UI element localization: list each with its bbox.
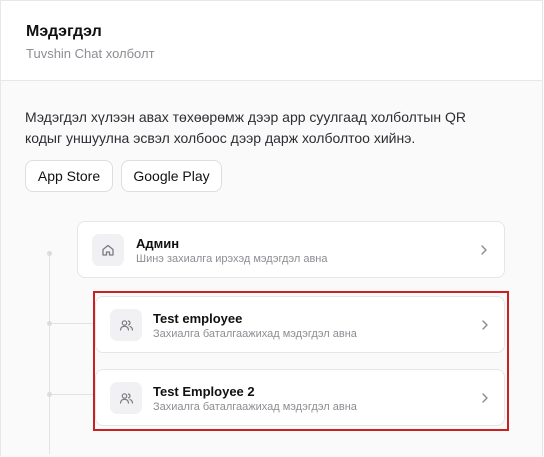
page-title: Мэдэгдэл — [26, 23, 102, 40]
page-subtitle: Tuvshin Chat холболт — [26, 46, 155, 61]
recipient-description: Захиалга баталгаажихад мэдэгдэл авна — [153, 328, 357, 340]
tree-node-dot — [47, 321, 52, 326]
chevron-right-icon — [480, 318, 490, 332]
home-icon — [92, 234, 124, 266]
recipient-name: Test Employee 2 — [153, 384, 255, 399]
google-play-button[interactable]: Google Play — [121, 160, 222, 192]
recipient-name: Админ — [136, 236, 180, 251]
tree-connector-line — [49, 254, 50, 454]
users-icon — [110, 382, 142, 414]
app-store-button[interactable]: App Store — [25, 160, 113, 192]
tree-branch-line — [49, 394, 93, 395]
chevron-right-icon — [479, 243, 489, 257]
tree-node-dot — [47, 251, 52, 256]
panel-header: Мэдэгдэл Tuvshin Chat холболт — [1, 1, 542, 81]
recipient-description: Захиалга баталгаажихад мэдэгдэл авна — [153, 401, 357, 413]
recipient-description: Шинэ захиалга ирэхэд мэдэгдэл авна — [136, 253, 328, 265]
tree-node-dot — [47, 392, 52, 397]
recipient-card-test-employee-2[interactable]: Test Employee 2 Захиалга баталгаажихад м… — [95, 369, 505, 426]
recipient-name: Test employee — [153, 311, 243, 326]
recipient-card-test-employee[interactable]: Test employee Захиалга баталгаажихад мэд… — [95, 296, 505, 353]
tree-branch-line — [49, 323, 93, 324]
users-icon — [110, 309, 142, 341]
recipient-card-admin[interactable]: Админ Шинэ захиалга ирэхэд мэдэгдэл авна — [77, 221, 505, 278]
chevron-right-icon — [480, 391, 490, 405]
intro-description: Мэдэгдэл хүлээн авах төхөөрөмж дээр app … — [25, 109, 466, 146]
